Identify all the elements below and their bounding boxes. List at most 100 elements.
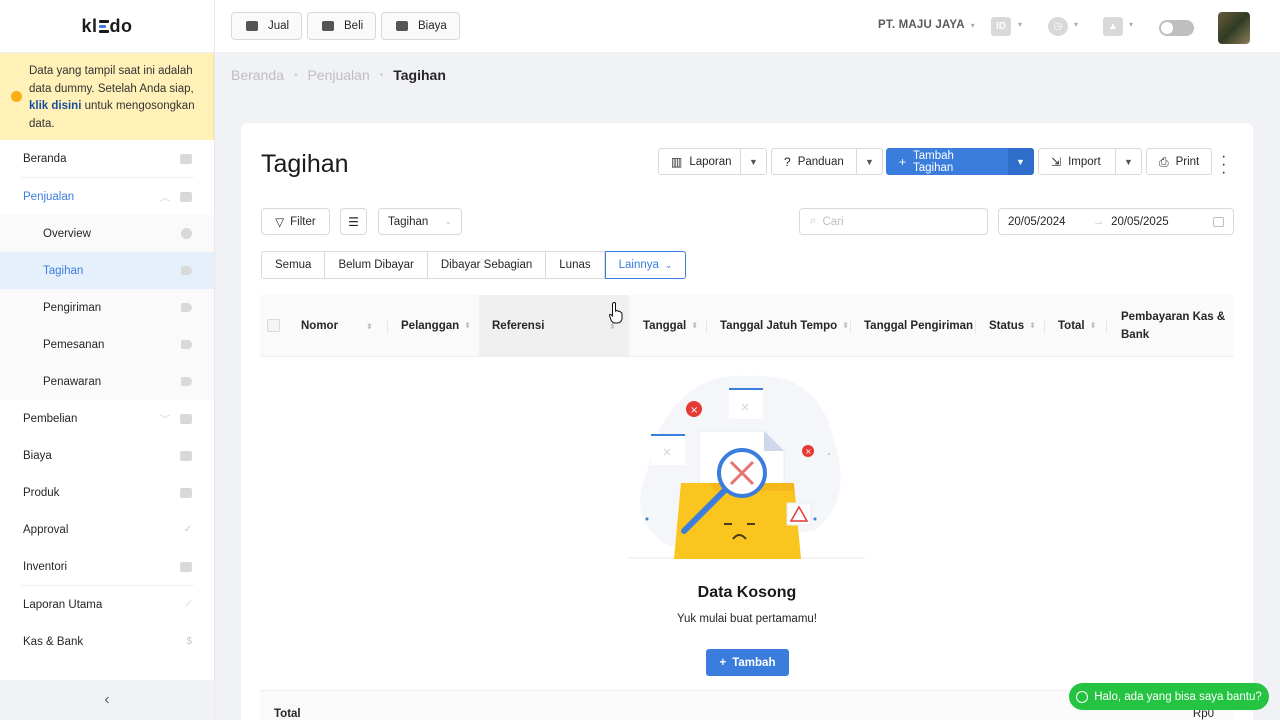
sidebar-item-laporan-utama[interactable]: Laporan Utama ⟋: [0, 586, 214, 623]
empty-state-subtitle: Yuk mulai buat pertamamu!: [677, 613, 817, 625]
chevron-down-icon: ⌄: [664, 259, 673, 270]
col-label: Tanggal Jatuh Tempo: [720, 320, 838, 332]
import-icon: ⇲: [1051, 154, 1062, 169]
clock-icon[interactable]: ◷: [1048, 17, 1068, 36]
beli-button[interactable]: Beli: [307, 12, 377, 40]
sidebar-item-inventori[interactable]: Inventori: [0, 548, 214, 585]
sidebar-item-approval[interactable]: Approval ✓: [0, 511, 214, 548]
whatsapp-help-button[interactable]: Halo, ada yang bisa saya bantu?: [1069, 683, 1269, 710]
sidebar-item-pengiriman[interactable]: Pengiriman: [0, 289, 214, 326]
tag-icon: [181, 266, 192, 275]
sidebar-item-penawaran[interactable]: Penawaran: [0, 363, 214, 400]
sidebar-item-label: Tagihan: [43, 264, 84, 277]
col-divider: [706, 319, 707, 333]
sidebar-item-label: Inventori: [23, 560, 68, 573]
col-total[interactable]: Total ⬍: [1058, 295, 1096, 357]
bell-icon[interactable]: ▲: [1103, 17, 1123, 36]
type-select[interactable]: Tagihan ⌄: [378, 208, 462, 235]
company-switcher[interactable]: PT. MAJU JAYA ▾: [878, 19, 975, 31]
clear-data-link[interactable]: klik disini: [29, 100, 81, 112]
theme-toggle[interactable]: [1159, 20, 1194, 36]
tab-dibayar-sebagian[interactable]: Dibayar Sebagian: [427, 251, 547, 279]
sidebar-item-pembelian[interactable]: Pembelian ﹀: [0, 400, 214, 437]
biaya-button[interactable]: Biaya: [381, 12, 460, 40]
col-pembayaran-kas-bank[interactable]: Pembayaran Kas & Bank: [1121, 295, 1231, 357]
select-all-checkbox[interactable]: [267, 319, 280, 332]
sidebar-item-pemesanan[interactable]: Pemesanan: [0, 326, 214, 363]
date-to[interactable]: 20/05/2025: [1111, 216, 1169, 228]
tab-label: Belum Dibayar: [338, 259, 414, 271]
company-name: PT. MAJU JAYA: [878, 19, 965, 31]
jual-button[interactable]: Jual: [231, 12, 303, 40]
filter-label: Filter: [290, 215, 316, 228]
sidebar-collapse-button[interactable]: ‹: [0, 680, 214, 720]
breadcrumb-separator: •: [379, 69, 384, 81]
tab-belum-dibayar[interactable]: Belum Dibayar: [325, 251, 428, 279]
date-from[interactable]: 20/05/2024: [1008, 216, 1066, 228]
filter-button[interactable]: ▽ Filter: [261, 208, 330, 235]
sidebar-item-beranda[interactable]: Beranda: [0, 140, 214, 177]
total-label: Total: [274, 708, 301, 720]
breadcrumb-section[interactable]: Penjualan: [307, 67, 369, 83]
box-icon: [180, 487, 192, 498]
panduan-button[interactable]: ? Panduan: [771, 148, 857, 175]
svg-text:×: ×: [805, 447, 812, 456]
col-label: Pembayaran Kas & Bank: [1121, 311, 1226, 341]
basket-icon: [246, 21, 258, 31]
whatsapp-icon: [1076, 690, 1089, 703]
sidebar-item-tagihan[interactable]: Tagihan: [0, 252, 214, 289]
notice-text: Data yang tampil saat ini adalah data du…: [29, 65, 194, 95]
sidebar-item-penjualan[interactable]: Penjualan ︿: [0, 178, 214, 215]
date-range-picker[interactable]: 20/05/2024 → 20/05/2025: [998, 208, 1234, 235]
calendar-icon: [1213, 216, 1224, 227]
col-referensi[interactable]: Referensi: [492, 295, 544, 357]
tambah-button[interactable]: + Tambah: [706, 649, 789, 676]
bag-icon: [180, 413, 192, 424]
col-nomor[interactable]: Nomor: [301, 295, 338, 357]
import-button[interactable]: ⇲ Import: [1038, 148, 1116, 175]
avatar[interactable]: [1218, 12, 1250, 44]
tag-icon: [181, 377, 192, 386]
col-divider: [1044, 319, 1045, 333]
sidebar-item-produk[interactable]: Produk: [0, 474, 214, 511]
sidebar-item-label: Produk: [23, 486, 60, 499]
sort-icon[interactable]: ⬍: [366, 295, 373, 357]
caret-down-icon: ▾: [1018, 20, 1023, 29]
sidebar-item-label: Approval: [23, 523, 69, 536]
tag-icon: [181, 340, 192, 349]
col-pelanggan[interactable]: Pelanggan ⬍: [401, 295, 471, 357]
sidebar-item-overview[interactable]: Overview: [0, 215, 214, 252]
tambah-tagihan-dropdown[interactable]: ▼: [1008, 148, 1034, 175]
tab-semua[interactable]: Semua: [261, 251, 326, 279]
col-tanggal-jatuh-tempo[interactable]: Tanggal Jatuh Tempo ⬍: [720, 295, 849, 357]
list-view-button[interactable]: ☰: [340, 208, 367, 235]
tab-label: Semua: [275, 259, 312, 271]
home-icon: [180, 153, 192, 164]
svg-text:×: ×: [662, 445, 672, 459]
tab-label: Dibayar Sebagian: [440, 259, 533, 271]
tambah-tagihan-button[interactable]: + Tambah Tagihan: [886, 148, 1008, 175]
chevron-down-icon: ▼: [749, 156, 758, 167]
import-dropdown[interactable]: ▼: [1116, 148, 1142, 175]
col-tanggal-pengiriman[interactable]: Tanggal Pengiriman: [864, 295, 973, 357]
tab-lainnya[interactable]: Lainnya ⌄: [604, 251, 687, 279]
import-label: Import: [1068, 155, 1101, 168]
kledo-logo[interactable]: kl do: [0, 0, 214, 53]
penjualan-submenu: Overview Tagihan Pengiriman Pemesanan Pe…: [0, 215, 214, 400]
search-input[interactable]: ⌕ Cari: [799, 208, 988, 235]
sidebar-item-biaya[interactable]: Biaya: [0, 437, 214, 474]
col-status[interactable]: Status ⬍: [989, 295, 1036, 357]
col-tanggal[interactable]: Tanggal ⬍: [643, 295, 698, 357]
logo-e-mark-icon: [98, 20, 109, 34]
sidebar-item-kas-bank[interactable]: Kas & Bank $: [0, 623, 214, 660]
language-button[interactable]: ID: [991, 17, 1011, 36]
laporan-button[interactable]: ▥ Laporan: [658, 148, 741, 175]
more-options-icon[interactable]: · · ·: [1221, 149, 1226, 181]
print-button[interactable]: ⎙ Print: [1146, 148, 1212, 175]
svg-text:×: ×: [740, 400, 750, 414]
tab-label: Lainnya: [618, 259, 659, 271]
panduan-dropdown[interactable]: ▼: [857, 148, 883, 175]
laporan-dropdown[interactable]: ▼: [741, 148, 767, 175]
tab-lunas[interactable]: Lunas: [546, 251, 605, 279]
breadcrumb-home[interactable]: Beranda: [231, 67, 284, 83]
